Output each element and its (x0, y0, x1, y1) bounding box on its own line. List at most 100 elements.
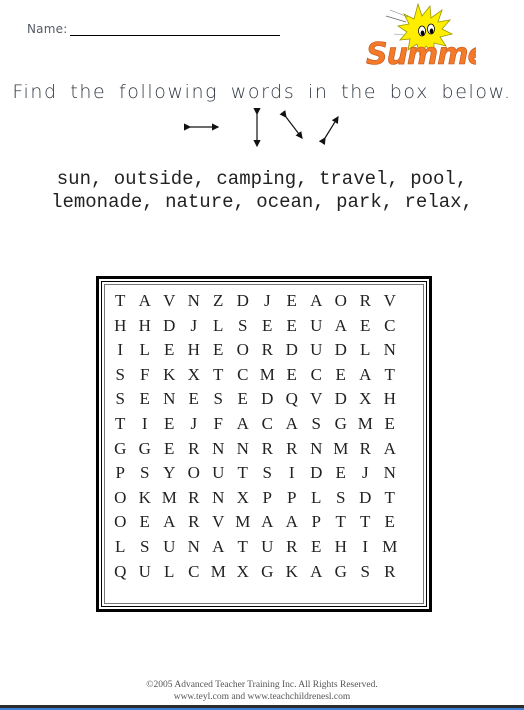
grid-letter[interactable]: E (353, 314, 378, 339)
grid-letter[interactable]: T (378, 363, 403, 388)
grid-letter[interactable]: E (280, 314, 305, 339)
grid-letter[interactable]: P (304, 510, 329, 535)
grid-letter[interactable]: I (353, 535, 378, 560)
grid-letter[interactable]: E (206, 338, 231, 363)
grid-letter[interactable]: R (182, 486, 207, 511)
grid-letter[interactable]: S (255, 461, 280, 486)
grid-letter[interactable]: E (133, 510, 158, 535)
grid-letter[interactable]: T (108, 412, 133, 437)
grid-letter[interactable]: C (378, 314, 403, 339)
grid-letter[interactable]: O (182, 461, 207, 486)
grid-letter[interactable]: G (108, 437, 133, 462)
name-field-line[interactable] (70, 35, 280, 36)
grid-letter[interactable]: E (157, 437, 182, 462)
grid-letter[interactable]: A (133, 289, 158, 314)
grid-letter[interactable]: Y (157, 461, 182, 486)
grid-letter[interactable]: M (255, 363, 280, 388)
grid-letter[interactable]: X (231, 560, 256, 585)
grid-letter[interactable]: S (133, 461, 158, 486)
grid-letter[interactable]: D (255, 387, 280, 412)
grid-letter[interactable]: E (329, 363, 354, 388)
grid-letter[interactable]: G (329, 560, 354, 585)
grid-letter[interactable]: H (182, 338, 207, 363)
grid-letter[interactable]: C (255, 412, 280, 437)
grid-letter[interactable]: A (378, 437, 403, 462)
grid-letter[interactable]: U (206, 461, 231, 486)
grid-letter[interactable]: O (231, 338, 256, 363)
grid-letter[interactable]: C (231, 363, 256, 388)
grid-letter[interactable]: S (329, 486, 354, 511)
grid-letter[interactable]: D (304, 461, 329, 486)
grid-letter[interactable]: A (329, 314, 354, 339)
grid-letter[interactable]: J (182, 314, 207, 339)
grid-letter[interactable]: S (231, 314, 256, 339)
grid-letter[interactable]: A (304, 560, 329, 585)
grid-letter[interactable]: E (329, 461, 354, 486)
grid-letter[interactable]: A (157, 510, 182, 535)
grid-letter[interactable]: Z (206, 289, 231, 314)
grid-letter[interactable]: N (378, 338, 403, 363)
grid-letter[interactable]: N (378, 461, 403, 486)
grid-letter[interactable]: P (108, 461, 133, 486)
grid-letter[interactable]: S (353, 560, 378, 585)
grid-letter[interactable]: E (378, 510, 403, 535)
grid-letter[interactable]: T (329, 510, 354, 535)
grid-letter[interactable]: M (157, 486, 182, 511)
grid-letter[interactable]: I (133, 412, 158, 437)
grid-letter[interactable]: L (108, 535, 133, 560)
grid-letter[interactable]: D (280, 338, 305, 363)
grid-letter[interactable]: E (133, 387, 158, 412)
grid-letter[interactable]: N (157, 387, 182, 412)
grid-letter[interactable]: N (206, 486, 231, 511)
grid-letter[interactable]: R (280, 437, 305, 462)
grid-letter[interactable]: T (231, 535, 256, 560)
grid-letter[interactable]: R (280, 535, 305, 560)
grid-letter[interactable]: U (255, 535, 280, 560)
grid-letter[interactable]: N (206, 437, 231, 462)
grid-letter[interactable]: K (133, 486, 158, 511)
grid-letter[interactable]: E (255, 314, 280, 339)
grid-letter[interactable]: V (378, 289, 403, 314)
grid-letter[interactable]: R (353, 437, 378, 462)
grid-letter[interactable]: Q (108, 560, 133, 585)
grid-letter[interactable]: Q (280, 387, 305, 412)
grid-letter[interactable]: H (329, 535, 354, 560)
grid-letter[interactable]: F (206, 412, 231, 437)
grid-letter[interactable]: R (255, 437, 280, 462)
grid-letter[interactable]: T (231, 461, 256, 486)
grid-letter[interactable]: D (353, 486, 378, 511)
grid-letter[interactable]: K (157, 363, 182, 388)
grid-letter[interactable]: E (231, 387, 256, 412)
grid-letter[interactable]: J (255, 289, 280, 314)
grid-letter[interactable]: K (280, 560, 305, 585)
grid-letter[interactable]: J (353, 461, 378, 486)
grid-letter[interactable]: C (182, 560, 207, 585)
grid-letter[interactable]: R (182, 510, 207, 535)
grid-letter[interactable]: H (133, 314, 158, 339)
grid-letter[interactable]: A (304, 289, 329, 314)
grid-letter[interactable]: T (378, 486, 403, 511)
grid-letter[interactable]: C (304, 363, 329, 388)
grid-letter[interactable]: R (255, 338, 280, 363)
grid-letter[interactable]: A (206, 535, 231, 560)
grid-letter[interactable]: L (304, 486, 329, 511)
grid-letter[interactable]: D (157, 314, 182, 339)
grid-letter[interactable]: U (133, 560, 158, 585)
grid-letter[interactable]: T (108, 289, 133, 314)
grid-letter[interactable]: M (206, 560, 231, 585)
grid-letter[interactable]: S (108, 387, 133, 412)
grid-letter[interactable]: A (353, 363, 378, 388)
grid-letter[interactable]: A (280, 510, 305, 535)
grid-letter[interactable]: V (304, 387, 329, 412)
grid-letter[interactable]: E (304, 535, 329, 560)
grid-letter[interactable]: N (182, 535, 207, 560)
grid-letter[interactable]: T (353, 510, 378, 535)
grid-letter[interactable]: G (329, 412, 354, 437)
grid-letter[interactable]: N (304, 437, 329, 462)
grid-letter[interactable]: O (108, 510, 133, 535)
grid-letter[interactable]: S (206, 387, 231, 412)
grid-letter[interactable]: R (353, 289, 378, 314)
grid-letter[interactable]: U (304, 338, 329, 363)
grid-letter[interactable]: E (157, 338, 182, 363)
grid-letter[interactable]: O (329, 289, 354, 314)
